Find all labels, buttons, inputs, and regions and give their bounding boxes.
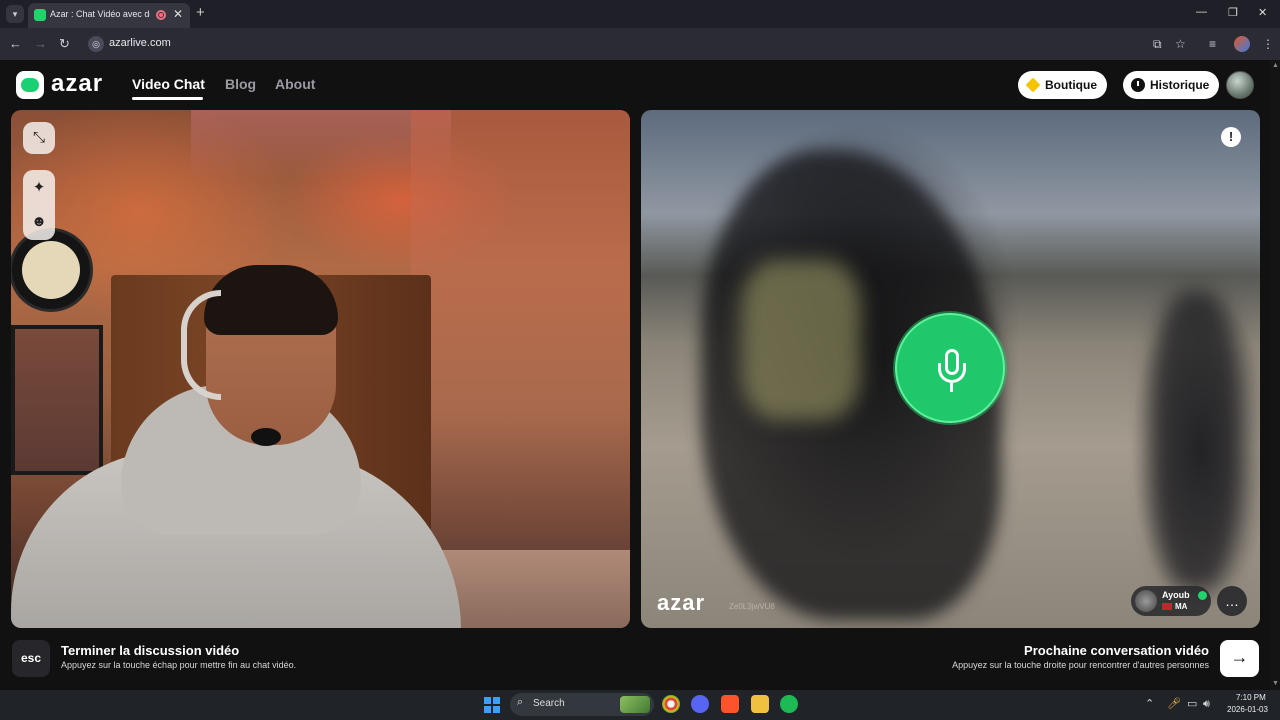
wall-clock — [11, 228, 93, 312]
discord-icon[interactable] — [691, 695, 709, 713]
partner-profile-chip[interactable]: Ayoub MA — [1131, 586, 1211, 616]
nav-about[interactable]: About — [275, 76, 315, 92]
tab-title: Azar : Chat Vidéo avec de n — [50, 9, 150, 19]
nav-active-underline — [132, 97, 203, 100]
url-text: azarlive.com — [109, 37, 171, 49]
report-icon[interactable]: ! — [1221, 127, 1241, 147]
microphone-tray-icon[interactable]: 🎤︎ — [1167, 697, 1181, 711]
windows-start-icon[interactable] — [484, 697, 500, 713]
install-app-icon[interactable]: ⧉ — [1153, 37, 1162, 51]
session-id: Ze0L3jwVU8 — [729, 602, 775, 611]
partner-avatar — [1135, 590, 1157, 612]
verified-badge-icon — [1198, 591, 1207, 600]
end-chat-title: Terminer la discussion vidéo — [61, 643, 240, 658]
volume-icon[interactable]: 🔊︎ — [1203, 697, 1210, 711]
face-mask-icon[interactable]: ☻ — [23, 206, 55, 238]
headset-mic — [251, 428, 281, 446]
partner-name: Ayoub — [1162, 590, 1190, 600]
scroll-up-icon[interactable]: ▲ — [1272, 62, 1279, 69]
azar-logo-icon[interactable] — [16, 71, 44, 99]
boutique-label: Boutique — [1045, 78, 1097, 92]
profile-avatar-icon[interactable] — [1234, 36, 1250, 52]
recording-indicator-icon — [156, 10, 166, 20]
chat-bubble-icon[interactable]: … — [1217, 586, 1247, 616]
new-tab-button[interactable]: + — [196, 5, 205, 21]
restore-button[interactable]: ❐ — [1228, 6, 1238, 19]
network-icon[interactable]: ▭ — [1187, 697, 1197, 711]
next-chat-title: Prochaine conversation vidéo — [1024, 643, 1209, 658]
brave-icon[interactable] — [721, 695, 739, 713]
browser-toolbar: ← → ↻ ◎ azarlive.com ⧉ ☆ ≡ ⋮ — [0, 28, 1280, 60]
diamond-icon — [1025, 77, 1041, 93]
next-chat-subtitle: Appuyez sur la touche droite pour rencon… — [952, 660, 1209, 670]
page-scrollbar[interactable] — [1270, 60, 1280, 690]
azar-header: azar Video Chat Blog About Boutique Hist… — [0, 60, 1280, 110]
close-window-button[interactable]: ✕ — [1258, 6, 1267, 19]
search-highlight-image — [620, 696, 650, 713]
azar-favicon — [34, 9, 46, 21]
nav-blog[interactable]: Blog — [225, 76, 256, 92]
local-video-panel: ⤡ ✦ ☻ — [11, 110, 630, 628]
azar-logo-text[interactable]: azar — [51, 70, 103, 98]
tab-close-button[interactable]: ✕ — [173, 7, 183, 21]
minimize-button[interactable]: — — [1196, 6, 1207, 18]
tab-search-button[interactable]: ▾ — [6, 5, 24, 23]
taskbar-date[interactable]: 2026-01-03 — [1227, 705, 1268, 714]
tray-overflow-icon[interactable]: ⌃ — [1145, 697, 1154, 711]
clock-icon — [1131, 78, 1145, 92]
boutique-button[interactable]: Boutique — [1018, 71, 1107, 99]
end-chat-subtitle: Appuyez sur la touche échap pour mettre … — [61, 660, 297, 670]
browser-tab-bar: ▾ Azar : Chat Vidéo avec de n ✕ + — ❐ ✕ — [0, 0, 1280, 28]
partner-country: MA — [1175, 602, 1188, 611]
taskbar-search[interactable]: ⌕ Search — [510, 693, 654, 716]
bed — [431, 550, 630, 628]
taskbar-search-label: Search — [533, 698, 565, 709]
minimize-video-icon[interactable]: ⤡ — [23, 122, 55, 154]
historique-button[interactable]: Historique — [1123, 71, 1220, 99]
search-icon: ⌕ — [517, 696, 524, 708]
blurred-rider — [741, 260, 861, 420]
file-explorer-icon[interactable] — [751, 695, 769, 713]
media-controls-icon[interactable]: ≡ — [1209, 37, 1216, 51]
azar-watermark: azar — [657, 590, 706, 615]
scroll-down-icon[interactable]: ▼ — [1272, 680, 1279, 687]
site-info-icon[interactable]: ◎ — [88, 36, 104, 52]
back-arrow-icon[interactable]: ← — [9, 36, 22, 52]
taskbar-time[interactable]: 7:10 PM — [1236, 693, 1266, 702]
reload-icon[interactable]: ↻ — [59, 36, 70, 52]
next-conversation-button[interactable]: → — [1220, 640, 1259, 677]
esc-key-button[interactable]: esc — [12, 640, 50, 677]
spotify-icon[interactable] — [780, 695, 798, 713]
chrome-icon[interactable] — [662, 695, 680, 713]
morocco-flag-icon — [1162, 603, 1172, 610]
forward-arrow-icon[interactable]: → — [34, 36, 47, 52]
address-bar[interactable]: ◎ azarlive.com — [84, 32, 1164, 56]
blurred-person — [1151, 290, 1241, 590]
remote-video-panel: ! azar Ze0L3jwVU8 Ayoub MA … — [641, 110, 1260, 628]
browser-tab-active[interactable]: Azar : Chat Vidéo avec de n ✕ — [28, 3, 190, 28]
microphone-icon — [895, 313, 1005, 423]
effects-toolbar: ✦ ☻ — [23, 170, 55, 240]
user-avatar[interactable] — [1226, 71, 1254, 99]
bookmark-star-icon[interactable]: ☆ — [1175, 37, 1186, 51]
browser-menu-icon[interactable]: ⋮ — [1262, 37, 1274, 51]
sparkle-effects-icon[interactable]: ✦ — [23, 172, 55, 204]
nav-video-chat[interactable]: Video Chat — [132, 76, 205, 92]
historique-label: Historique — [1150, 78, 1210, 92]
screen: ▾ Azar : Chat Vidéo avec de n ✕ + — ❐ ✕ … — [0, 0, 1280, 720]
mirror — [11, 325, 103, 475]
